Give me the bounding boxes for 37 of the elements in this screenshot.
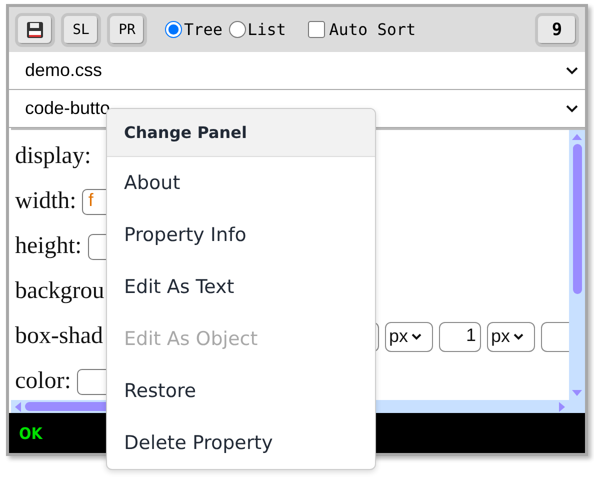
scroll-left-icon[interactable]: [14, 402, 21, 412]
property-label: display:: [15, 143, 91, 170]
chevron-down-icon: [565, 66, 579, 76]
chevron-down-icon: [565, 104, 579, 114]
property-label: box-shad: [15, 323, 103, 350]
menu-item[interactable]: Property Info: [107, 209, 375, 261]
checkbox-label: Auto Sort: [329, 20, 416, 39]
menu-item[interactable]: Delete Property: [107, 417, 375, 469]
count-button[interactable]: 9: [535, 12, 579, 46]
radio-label: Tree: [184, 20, 223, 39]
radio-button[interactable]: [228, 21, 246, 38]
property-label: backgrou: [15, 278, 104, 305]
toolbar-button[interactable]: SL: [61, 12, 101, 46]
chevron-down-icon: [513, 332, 524, 340]
dropdown[interactable]: demo.css: [9, 52, 585, 90]
property-label: height:: [15, 233, 82, 260]
menu-item[interactable]: Edit As Text: [107, 261, 375, 313]
menu-item[interactable]: About: [107, 157, 375, 209]
toolbar-button[interactable]: PR: [107, 12, 147, 46]
radio-label: List: [248, 20, 286, 39]
scroll-right-icon[interactable]: [559, 402, 566, 412]
menu-header: Change Panel: [107, 109, 375, 157]
status-text: OK: [19, 424, 42, 442]
number-field[interactable]: [541, 322, 569, 352]
radio-button[interactable]: [165, 21, 182, 38]
property-label: color:: [15, 368, 71, 395]
property-label: width:: [15, 188, 76, 215]
unit-dropdown[interactable]: px: [487, 322, 535, 352]
checkbox[interactable]: [308, 21, 326, 38]
unit-dropdown[interactable]: px: [385, 322, 433, 352]
scroll-up-icon[interactable]: [572, 133, 582, 140]
save-button[interactable]: [15, 12, 55, 46]
number-field[interactable]: 1: [439, 322, 481, 352]
dropdown-value: demo.css: [25, 60, 102, 81]
scroll-down-icon[interactable]: [572, 390, 582, 397]
menu-item[interactable]: Restore: [107, 365, 375, 417]
chevron-down-icon: [411, 332, 422, 340]
